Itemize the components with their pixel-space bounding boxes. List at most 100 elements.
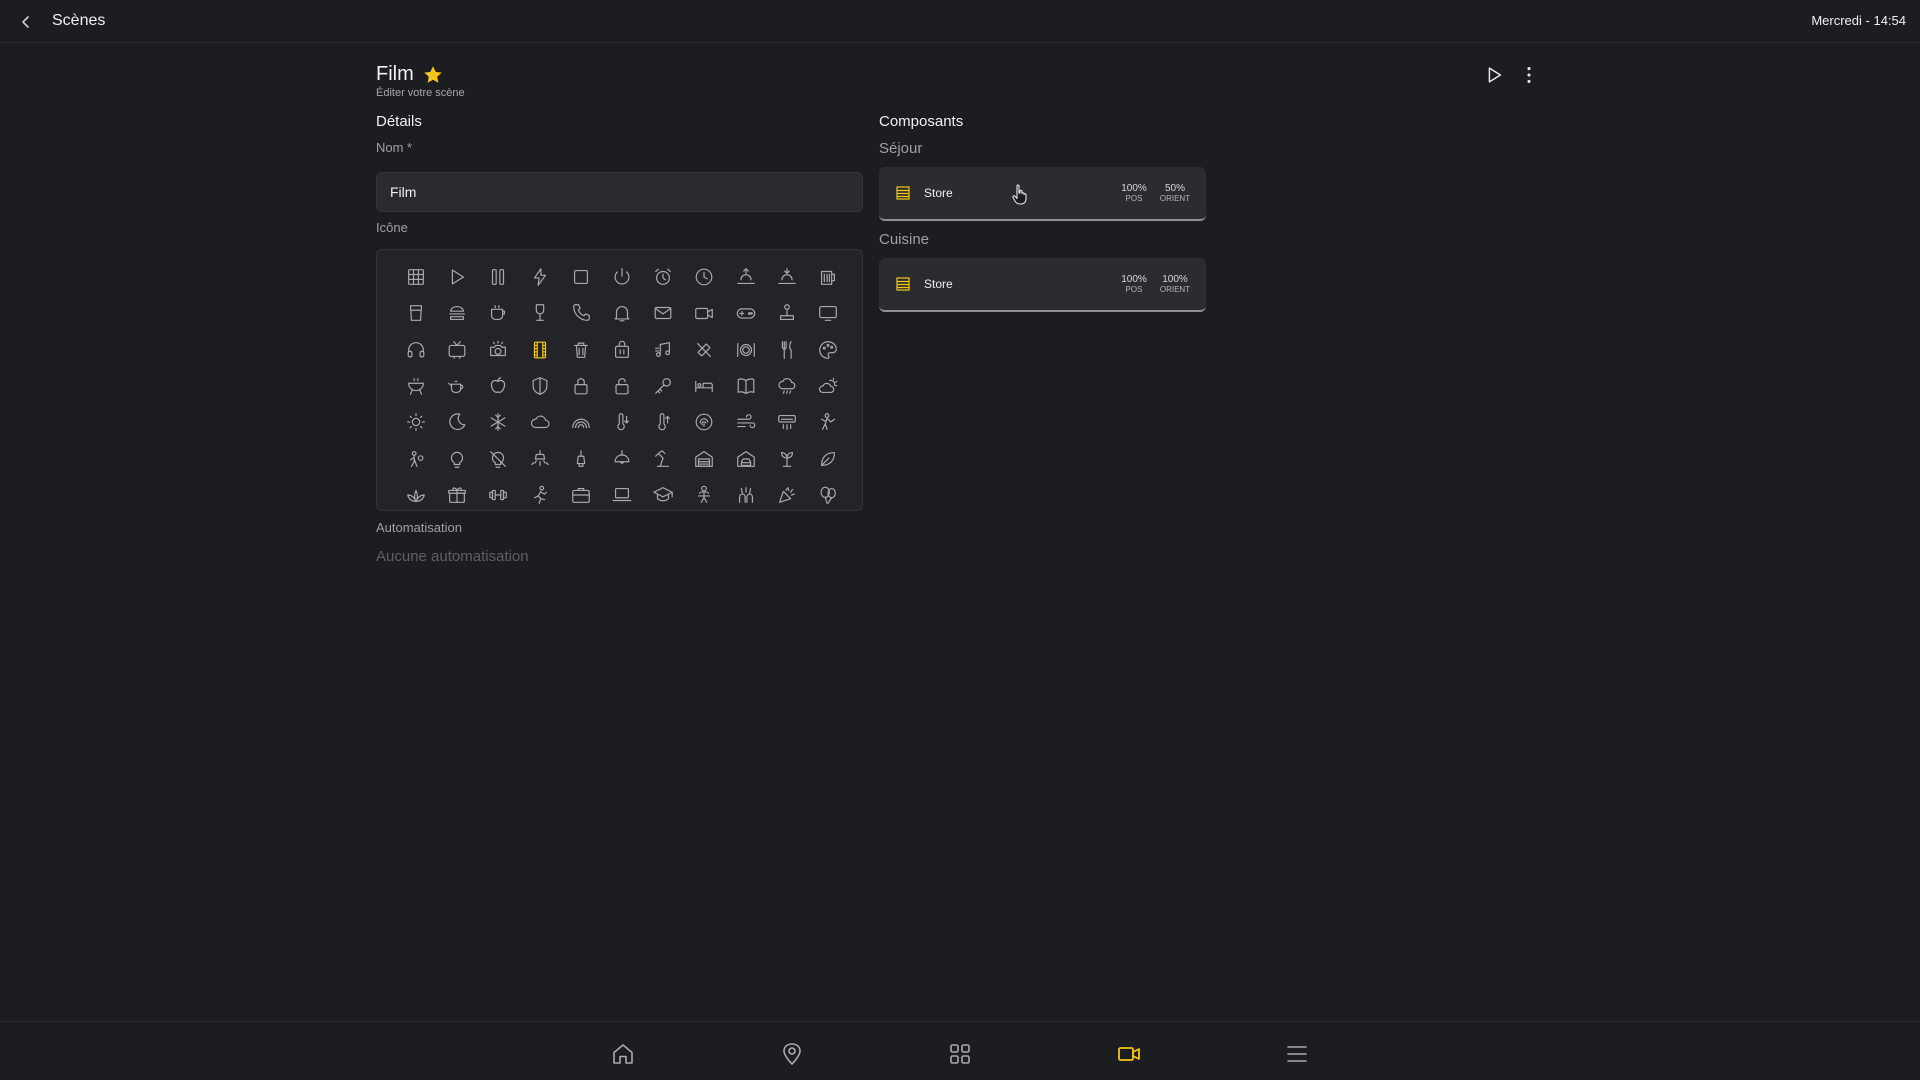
run-scene-button[interactable]	[1482, 63, 1506, 87]
pause-icon[interactable]	[481, 260, 515, 294]
coffee-cup-icon[interactable]	[481, 296, 515, 330]
garage-car-icon[interactable]	[729, 442, 763, 476]
dumbbell-icon[interactable]	[481, 478, 515, 512]
clock-icon-glyph	[696, 268, 713, 286]
music-note-icon[interactable]	[646, 333, 680, 367]
page-title: Scènes	[52, 12, 106, 29]
sun-icon[interactable]	[399, 405, 433, 439]
bbq-grill-icon[interactable]	[399, 369, 433, 403]
scene-name-input[interactable]	[376, 172, 863, 212]
monitor-icon[interactable]	[811, 296, 845, 330]
plant-sprout-icon[interactable]	[770, 442, 804, 476]
nav-home[interactable]	[608, 1039, 638, 1069]
book-icon-glyph	[737, 378, 754, 394]
shield-icon[interactable]	[523, 369, 557, 403]
cloud-sun-icon[interactable]	[811, 369, 845, 403]
tv-icon[interactable]	[440, 333, 474, 367]
play-icon[interactable]	[440, 260, 474, 294]
sunrise-icon[interactable]	[729, 260, 763, 294]
wind-icon[interactable]	[729, 405, 763, 439]
sunset-icon[interactable]	[770, 260, 804, 294]
key-icon[interactable]	[646, 369, 680, 403]
beer-icon[interactable]	[811, 260, 845, 294]
leaf-icon[interactable]	[811, 442, 845, 476]
ceiling-light-icon[interactable]	[523, 442, 557, 476]
lock-icon[interactable]	[564, 369, 598, 403]
light-bulb-off-icon[interactable]	[481, 442, 515, 476]
video-camera-icon[interactable]	[687, 296, 721, 330]
snowflake-icon-glyph	[490, 413, 506, 432]
phone-icon[interactable]	[564, 296, 598, 330]
rainbow-icon[interactable]	[564, 405, 598, 439]
cloud-icon[interactable]	[523, 405, 557, 439]
thermometer-up-icon[interactable]	[646, 405, 680, 439]
scene-header: Film Éditer votre scène	[376, 63, 465, 99]
fingerprint-icon[interactable]	[687, 405, 721, 439]
lotus-icon[interactable]	[399, 478, 433, 512]
gamepad-icon-glyph	[736, 308, 755, 319]
celebration-hand-icon[interactable]	[729, 478, 763, 512]
snowflake-icon[interactable]	[481, 405, 515, 439]
component-card[interactable]: Store 100% POS 100% ORIENT	[879, 258, 1206, 312]
apps-grid-icon	[950, 1044, 970, 1064]
person-gear-icon[interactable]	[399, 442, 433, 476]
component-card[interactable]: Store 100% POS 50% ORIENT	[879, 167, 1206, 221]
teapot-icon[interactable]	[440, 369, 474, 403]
mail-icon[interactable]	[646, 296, 680, 330]
baby-icon[interactable]	[687, 478, 721, 512]
fork-knife-icon[interactable]	[770, 333, 804, 367]
nav-apps[interactable]	[945, 1039, 975, 1069]
star-icon[interactable]	[422, 64, 444, 86]
stop-icon[interactable]	[564, 260, 598, 294]
cocktail-glass-icon[interactable]	[399, 296, 433, 330]
pendant-lamp-icon[interactable]	[564, 442, 598, 476]
more-options-button[interactable]	[1517, 63, 1541, 87]
gamepad-icon[interactable]	[729, 296, 763, 330]
nav-scenes[interactable]	[1114, 1039, 1144, 1069]
bottom-navigation	[0, 1021, 1920, 1080]
paint-palette-icon[interactable]	[811, 333, 845, 367]
grid-icon[interactable]	[399, 260, 433, 294]
wine-glass-icon[interactable]	[523, 296, 557, 330]
thermometer-down-icon[interactable]	[605, 405, 639, 439]
book-icon[interactable]	[729, 369, 763, 403]
alarm-icon[interactable]	[646, 260, 680, 294]
film-icon[interactable]	[523, 333, 557, 367]
balloons-icon[interactable]	[811, 478, 845, 512]
back-button[interactable]	[14, 10, 38, 34]
briefcase-icon[interactable]	[564, 478, 598, 512]
graduation-cap-icon[interactable]	[646, 478, 680, 512]
joystick-icon[interactable]	[770, 296, 804, 330]
menu-icon	[1287, 1046, 1307, 1062]
bed-icon-glyph	[695, 380, 714, 392]
camera-flash-icon[interactable]	[481, 333, 515, 367]
headphones-icon[interactable]	[399, 333, 433, 367]
unlock-icon[interactable]	[605, 369, 639, 403]
laptop-icon[interactable]	[605, 478, 639, 512]
bolt-icon[interactable]	[523, 260, 557, 294]
ceiling-lamp-icon[interactable]	[605, 442, 639, 476]
bed-icon[interactable]	[687, 369, 721, 403]
plate-dining-icon[interactable]	[729, 333, 763, 367]
running-icon[interactable]	[523, 478, 557, 512]
clock-icon[interactable]	[687, 260, 721, 294]
apple-icon[interactable]	[481, 369, 515, 403]
blind-icon	[896, 277, 910, 291]
desk-lamp-icon[interactable]	[646, 442, 680, 476]
person-waving-icon[interactable]	[811, 405, 845, 439]
air-conditioner-icon[interactable]	[770, 405, 804, 439]
gift-icon[interactable]	[440, 478, 474, 512]
cloud-rain-icon[interactable]	[770, 369, 804, 403]
nav-menu[interactable]	[1282, 1039, 1312, 1069]
garage-icon[interactable]	[687, 442, 721, 476]
light-bulb-icon[interactable]	[440, 442, 474, 476]
tools-icon[interactable]	[687, 333, 721, 367]
trash-icon[interactable]	[564, 333, 598, 367]
bell-icon[interactable]	[605, 296, 639, 330]
moon-icon[interactable]	[440, 405, 474, 439]
nav-location[interactable]	[777, 1039, 807, 1069]
hamburger-icon[interactable]	[440, 296, 474, 330]
bag-icon[interactable]	[605, 333, 639, 367]
power-icon[interactable]	[605, 260, 639, 294]
party-popper-icon[interactable]	[770, 478, 804, 512]
